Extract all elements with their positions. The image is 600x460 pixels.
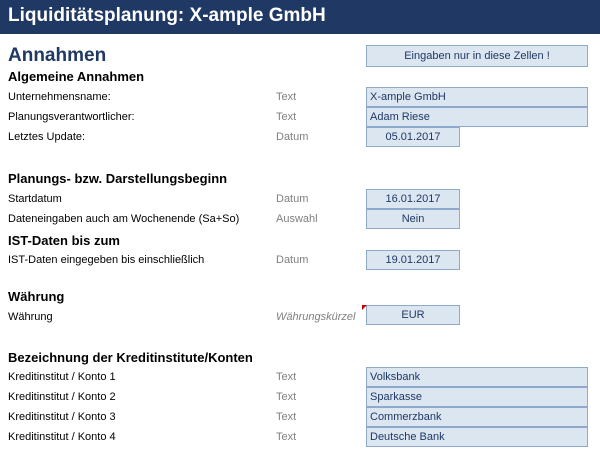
bank-3-label: Kreditinstitut / Konto 3 [8, 411, 116, 423]
ist-until-input[interactable]: 19.01.2017 [366, 250, 460, 270]
start-date-label: Startdatum [8, 193, 62, 205]
planner-label: Planungsverantwortlicher: [8, 111, 135, 123]
weekend-entry-label: Dateneingaben auch am Wochenende (Sa+So) [8, 213, 240, 225]
ist-until-label: IST-Daten eingegeben bis einschließlich [8, 254, 205, 266]
title-bar: Liquiditätsplanung: X-ample GmbH [0, 0, 600, 34]
currency-label: Währung [8, 311, 53, 323]
company-name-input[interactable]: X-ample GmbH [366, 87, 588, 107]
sheet-title: Liquiditätsplanung: X-ample GmbH [8, 5, 326, 26]
comment-marker-icon[interactable] [362, 305, 367, 310]
bank-1-type: Text [276, 371, 297, 383]
input-hint-cell: Eingaben nur in diese Zellen ! [366, 45, 588, 67]
start-date-type: Datum [276, 193, 309, 205]
currency-input[interactable]: EUR [366, 305, 460, 325]
company-name-label: Unternehmensname: [8, 91, 111, 103]
weekend-entry-select[interactable]: Nein [366, 209, 460, 229]
section-banks-heading: Bezeichnung der Kreditinstitute/Konten [8, 350, 253, 365]
section-ist-heading: IST-Daten bis zum [8, 233, 120, 248]
bank-4-type: Text [276, 431, 297, 443]
bank-1-label: Kreditinstitut / Konto 1 [8, 371, 116, 383]
ist-until-type: Datum [276, 254, 309, 266]
bank-4-label: Kreditinstitut / Konto 4 [8, 431, 116, 443]
bank-3-input[interactable]: Commerzbank [366, 407, 588, 427]
bank-2-label: Kreditinstitut / Konto 2 [8, 391, 116, 403]
bank-1-input[interactable]: Volksbank [366, 367, 588, 387]
start-date-input[interactable]: 16.01.2017 [366, 189, 460, 209]
page-heading: Annahmen [8, 45, 107, 66]
section-currency-heading: Währung [8, 289, 65, 304]
section-general-heading: Algemeine Annahmen [8, 69, 145, 84]
bank-2-type: Text [276, 391, 297, 403]
bank-4-input[interactable]: Deutsche Bank [366, 427, 588, 447]
last-update-type: Datum [276, 131, 309, 143]
bank-3-type: Text [276, 411, 297, 423]
currency-type: Währungskürzel [276, 311, 356, 323]
bank-2-input[interactable]: Sparkasse [366, 387, 588, 407]
section-planning-heading: Planungs- bzw. Darstellungsbeginn [8, 171, 228, 186]
last-update-label: Letztes Update: [8, 131, 86, 143]
last-update-input[interactable]: 05.01.2017 [366, 127, 460, 147]
planner-input[interactable]: Adam Riese [366, 107, 588, 127]
planner-type: Text [276, 111, 297, 123]
company-name-type: Text [276, 91, 297, 103]
weekend-entry-type: Auswahl [276, 213, 318, 225]
